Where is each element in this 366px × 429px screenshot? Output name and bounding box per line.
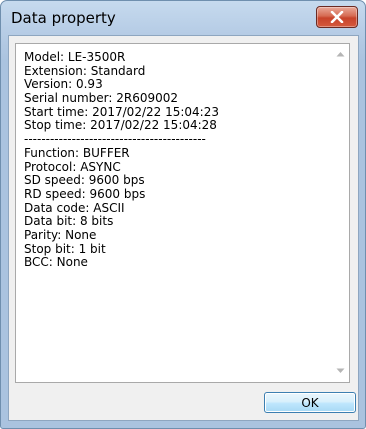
scroll-down-button[interactable]	[332, 363, 349, 380]
property-line: BCC: None	[24, 255, 88, 270]
property-text: Model: LE-3500R Extension: Standard Vers…	[24, 50, 324, 270]
property-line: RD speed: 9600 bps	[24, 186, 146, 201]
property-line: Protocol: ASYNC	[24, 159, 121, 174]
close-button[interactable]	[316, 6, 358, 28]
dialog-client-area: Model: LE-3500R Extension: Standard Vers…	[8, 35, 359, 421]
property-line: Version: 0.93	[24, 77, 103, 92]
data-property-textarea[interactable]: Model: LE-3500R Extension: Standard Vers…	[15, 43, 350, 383]
property-line: SD speed: 9600 bps	[24, 173, 145, 188]
property-line: Parity: None	[24, 227, 97, 242]
vertical-scrollbar[interactable]	[332, 44, 349, 382]
property-line: Stop bit: 1 bit	[24, 241, 106, 256]
scroll-up-button[interactable]	[332, 46, 349, 63]
property-line: Serial number: 2R609002	[24, 91, 179, 106]
dialog-window: Data property Model: LE-3500R Extension:…	[0, 0, 366, 429]
scroll-down-arrow-icon	[336, 368, 345, 373]
title-bar[interactable]: Data property	[1, 1, 365, 35]
property-line: Data bit: 8 bits	[24, 214, 114, 229]
window-title: Data property	[11, 9, 116, 27]
property-line: Function: BUFFER	[24, 145, 130, 160]
property-line: Extension: Standard	[24, 63, 146, 78]
close-x-icon	[330, 11, 344, 23]
property-line: Data code: ASCII	[24, 200, 125, 215]
separator-line: ----------------------------------------…	[24, 132, 206, 147]
property-line: Model: LE-3500R	[24, 50, 126, 64]
property-line: Stop time: 2017/02/22 15:04:28	[24, 118, 217, 133]
ok-button[interactable]: OK	[264, 392, 356, 413]
scroll-up-arrow-icon	[336, 52, 345, 57]
property-line: Start time: 2017/02/22 15:04:23	[24, 104, 219, 119]
